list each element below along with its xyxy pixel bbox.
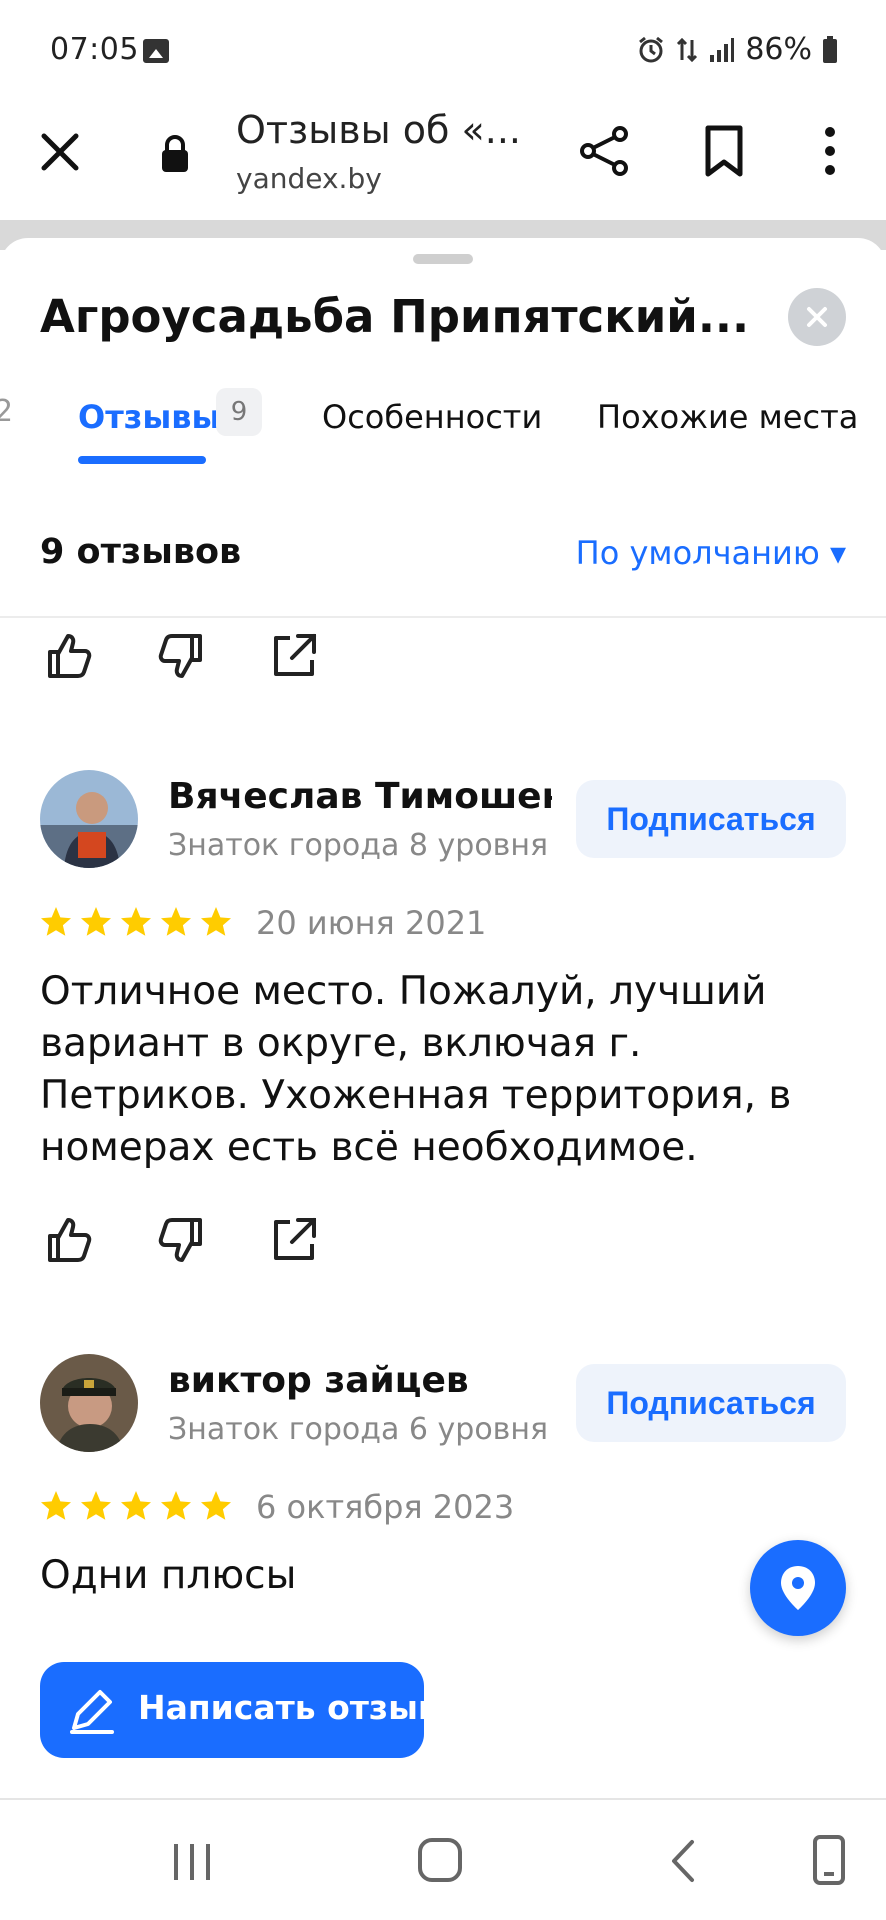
back-icon[interactable] [668,1838,698,1884]
more-vertical-icon[interactable] [810,122,850,180]
battery-icon [822,35,838,64]
keyboard-toggle-icon[interactable] [812,1834,846,1886]
share-icon[interactable] [576,122,634,180]
tabs-bar: 2 Отзывы 9 Особенности Похожие места [0,388,886,468]
tab-similar-places[interactable]: Похожие места [597,398,858,436]
author-level: Знаток города 8 уровня [168,828,549,863]
review-date: 20 июня 2021 [256,904,487,942]
tab-previous-partial[interactable]: 2 [0,394,13,429]
status-icons: 86% [637,32,838,67]
star-icon [81,1491,111,1520]
status-time: 07:05 [50,32,139,67]
system-nav-bar [0,1798,886,1920]
home-icon[interactable] [418,1838,462,1882]
subscribe-button[interactable]: Подписаться [576,1364,846,1442]
review-card: Вячеслав Тимошенко Знаток города 8 уровн… [0,770,886,1220]
reviews-header: 9 отзывов По умолчанию ▾ [0,518,886,618]
panel-close-button[interactable] [788,288,846,346]
thumbs-down-icon[interactable] [154,630,206,682]
pencil-icon [70,1690,114,1734]
thumbs-down-icon[interactable] [154,1214,206,1266]
map-pin-button[interactable] [750,1540,846,1636]
subscribe-button[interactable]: Подписаться [576,780,846,858]
place-title: Агроусадьба Припятский... [40,290,750,343]
data-arrows-icon [675,36,699,64]
star-icon [161,1491,191,1520]
drag-handle[interactable] [413,254,473,264]
close-icon [807,307,827,327]
star-icon [81,907,111,936]
author-level: Знаток города 6 уровня [168,1412,549,1447]
rating-stars [38,904,234,940]
reviews-count: 9 отзывов [40,532,242,572]
browser-toolbar: Отзывы об «... yandex.by [0,100,886,220]
alarm-icon [637,36,665,64]
review-text: Отличное место. Пожалуй, лучший вариант … [40,969,792,1170]
review-actions [44,630,344,690]
star-icon [161,907,191,936]
active-tab-indicator [78,456,206,464]
gallery-icon [143,39,169,63]
author-name[interactable]: виктор зайцев [168,1360,552,1401]
battery-percent: 86% [745,32,812,67]
page-title[interactable]: Отзывы об «... [236,108,521,152]
thumbs-up-icon[interactable] [44,630,96,682]
write-review-button[interactable]: Написать отзыв [40,1662,439,1758]
share-review-icon[interactable] [268,1214,320,1266]
sort-dropdown[interactable]: По умолчанию ▾ [576,534,846,572]
star-icon [41,907,71,936]
thumbs-up-icon[interactable] [44,1214,96,1266]
close-icon[interactable] [36,128,84,176]
map-pin-icon [781,1566,815,1610]
avatar[interactable] [40,1354,138,1452]
write-review-label: Написать отзыв [138,1688,439,1727]
share-review-icon[interactable] [268,630,320,682]
tab-reviews[interactable]: Отзывы [78,398,220,436]
avatar[interactable] [40,770,138,868]
reviews-count-badge: 9 [216,388,262,436]
tab-features[interactable]: Особенности [322,398,542,436]
rating-stars [38,1488,234,1524]
recent-apps-icon[interactable] [170,1842,214,1882]
bookmark-icon[interactable] [698,122,750,180]
lock-icon [160,134,190,174]
star-icon [201,1491,231,1520]
review-actions [44,1214,344,1274]
star-icon [41,1491,71,1520]
star-icon [201,907,231,936]
star-icon [121,907,151,936]
page-domain[interactable]: yandex.by [236,162,382,195]
author-name[interactable]: Вячеслав Тимошенко [168,776,552,817]
review-text: Одни плюсы [40,1553,297,1598]
status-bar: 07:05 86% [0,0,886,100]
signal-icon [709,37,735,63]
review-date: 6 октября 2023 [256,1488,515,1526]
review-card: виктор зайцев Знаток города 6 уровня Под… [0,1354,886,1598]
place-panel: Агроусадьба Припятский... 2 Отзывы 9 Осо… [0,238,886,1798]
star-icon [121,1491,151,1520]
